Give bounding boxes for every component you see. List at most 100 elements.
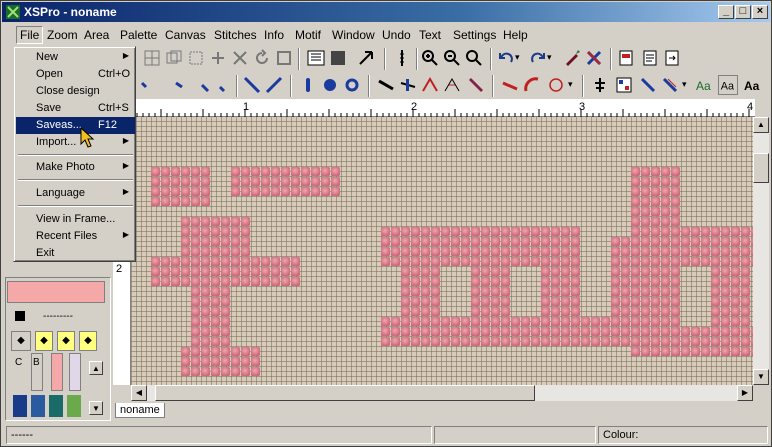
export-icon[interactable] — [662, 48, 682, 68]
close-button[interactable]: × — [752, 5, 768, 19]
menu-settings[interactable]: Settings — [453, 28, 496, 42]
redo-icon[interactable] — [528, 48, 548, 68]
paste-area-icon[interactable] — [186, 48, 206, 68]
submenu-arrow-icon: ▶ — [122, 187, 129, 196]
black-swatch[interactable] — [15, 311, 25, 321]
scroll-left-button[interactable]: ◀ — [131, 385, 147, 401]
zoom-in-icon[interactable] — [420, 48, 440, 68]
palette-scroll-up[interactable]: ▲ — [89, 361, 103, 375]
menu-area[interactable]: Area — [84, 28, 109, 42]
menu-item-language[interactable]: Language ▶ — [16, 185, 135, 202]
french-knot-icon[interactable] — [320, 75, 340, 95]
palette-icon[interactable] — [614, 75, 634, 95]
scroll-down-button[interactable]: ▼ — [753, 369, 769, 385]
bead-icon[interactable] — [342, 75, 362, 95]
circle-red-icon[interactable] — [546, 75, 566, 95]
menu-motif[interactable]: Motif — [295, 28, 321, 42]
menu-item-open[interactable]: Open Ctrl+O — [16, 66, 135, 83]
diamond-yellow-icon[interactable]: ◆ — [35, 331, 53, 351]
thread-lilac-swatch[interactable] — [69, 353, 81, 391]
line-red-icon[interactable] — [500, 75, 520, 95]
scroll-right-button[interactable]: ▶ — [737, 385, 753, 401]
rotate-icon[interactable] — [252, 48, 272, 68]
copy-area-icon[interactable] — [164, 48, 184, 68]
zoom-out-icon[interactable] — [442, 48, 462, 68]
thread-green-swatch[interactable] — [67, 395, 81, 417]
page-icon[interactable] — [640, 48, 660, 68]
menu-item-exit[interactable]: Exit — [16, 245, 135, 262]
canvas-icon[interactable] — [306, 48, 326, 68]
menu-item-close-design[interactable]: Close design — [16, 83, 135, 100]
horizontal-scrollbar[interactable]: ◀ ▶ — [131, 385, 753, 401]
menu-file[interactable]: File — [16, 26, 44, 44]
menu-item-import[interactable]: Import... ▶ — [16, 134, 135, 151]
diagonal-stitch-alt-icon[interactable] — [264, 75, 284, 95]
zoom-fit-icon[interactable] — [464, 48, 484, 68]
font-icon[interactable]: Aa — [718, 75, 738, 95]
long-stitch-icon[interactable] — [398, 75, 418, 95]
tree-icon[interactable] — [590, 75, 610, 95]
pointer-icon[interactable] — [356, 48, 376, 68]
mirror-icon[interactable] — [230, 48, 250, 68]
print-icon[interactable] — [616, 48, 636, 68]
vertical-scroll-thumb[interactable] — [753, 153, 769, 183]
half-stitch-icon[interactable] — [136, 75, 156, 95]
petite-stitch-icon[interactable] — [210, 75, 230, 95]
menu-text[interactable]: Text — [419, 28, 441, 42]
multi-stitch-icon[interactable] — [660, 75, 680, 95]
menu-stitches[interactable]: Stitches — [214, 28, 257, 42]
menu-item-make-photo[interactable]: Make Photo ▶ — [16, 159, 135, 176]
cross-mark-icon[interactable] — [466, 75, 486, 95]
crop-icon[interactable] — [274, 48, 294, 68]
font-color-icon[interactable]: Aa — [694, 75, 714, 95]
menu-palette[interactable]: Palette — [120, 28, 157, 42]
current-color-swatch[interactable] — [7, 281, 105, 303]
pen-icon[interactable] — [562, 48, 582, 68]
minimize-button[interactable]: _ — [718, 5, 734, 19]
diamond-yellow-3-icon[interactable]: ◆ — [79, 331, 97, 351]
diamond-tool-icon[interactable]: ◆ — [11, 331, 31, 351]
stitch-cell — [701, 337, 710, 346]
palette-scroll-down[interactable]: ▼ — [89, 401, 103, 415]
vertical-stitch-icon[interactable] — [298, 75, 318, 95]
horizontal-scroll-thumb[interactable] — [155, 385, 535, 401]
menu-canvas[interactable]: Canvas — [165, 28, 206, 42]
diagonal-stitch-icon[interactable] — [242, 75, 262, 95]
fill-icon[interactable] — [328, 48, 348, 68]
menu-undo[interactable]: Undo — [382, 28, 411, 42]
quarter-stitch-icon[interactable] — [170, 75, 190, 95]
arc-red-icon[interactable] — [522, 75, 542, 95]
blend-stitch-icon[interactable] — [638, 75, 658, 95]
stitch-canvas[interactable] — [131, 117, 753, 385]
menu-item-new[interactable]: New ▶ — [16, 49, 135, 66]
menu-zoom[interactable]: Zoom — [47, 28, 78, 42]
vertical-scrollbar[interactable]: ▲ ▼ — [753, 117, 769, 385]
grid-tool-icon[interactable] — [142, 48, 162, 68]
flip-icon[interactable] — [208, 48, 228, 68]
tab-noname[interactable]: noname — [115, 403, 165, 418]
menu-item-save[interactable]: Save Ctrl+S — [16, 100, 135, 117]
backstitch-icon[interactable] — [376, 75, 396, 95]
three-quarter-stitch-icon[interactable] — [192, 75, 212, 95]
thread-pink-swatch[interactable] — [51, 353, 63, 391]
maximize-button[interactable]: □ — [735, 5, 751, 19]
eraser-icon[interactable] — [584, 48, 604, 68]
menu-info[interactable]: Info — [264, 28, 284, 42]
thread-teal-swatch[interactable] — [49, 395, 63, 417]
thread-blue-2-swatch[interactable] — [31, 395, 45, 417]
thread-b-swatch[interactable] — [31, 353, 43, 391]
curve-stitch-icon[interactable] — [420, 75, 440, 95]
diamond-yellow-2-icon[interactable]: ◆ — [57, 331, 75, 351]
scroll-up-button[interactable]: ▲ — [753, 117, 769, 133]
menu-item-view-in-frame[interactable]: View in Frame... — [16, 211, 135, 228]
menu-help[interactable]: Help — [503, 28, 528, 42]
undo-icon[interactable] — [496, 48, 516, 68]
thread-blue-swatch[interactable] — [13, 395, 27, 417]
needle-icon[interactable] — [392, 48, 412, 68]
font-bold-icon[interactable]: Aa — [742, 75, 762, 95]
menu-window[interactable]: Window — [332, 28, 375, 42]
shape-dropdown-icon[interactable]: ▾ — [568, 79, 588, 99]
arc-stitch-icon[interactable] — [442, 75, 462, 95]
menu-item-saveas[interactable]: Saveas... F12 — [16, 117, 135, 134]
menu-item-recent-files[interactable]: Recent Files ▶ — [16, 228, 135, 245]
